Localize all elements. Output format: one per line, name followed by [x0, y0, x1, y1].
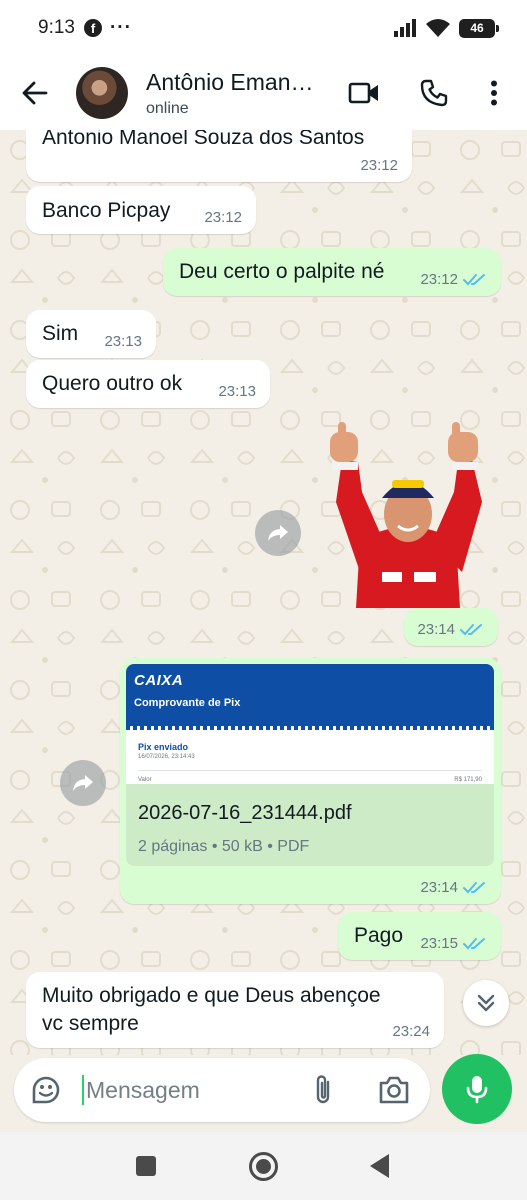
status-bar: 9:13 f ··· 46 [0, 0, 527, 56]
chat-area[interactable]: Antonio Manoel Souza dos Santos 23:12 Ba… [0, 130, 527, 1055]
mic-icon [466, 1076, 488, 1104]
message-time: 23:14 [417, 621, 455, 638]
attach-icon [316, 1075, 330, 1104]
signal-icon [394, 19, 416, 37]
more-options-icon [491, 80, 497, 106]
message-text: Deu certo o palpite né [179, 260, 385, 283]
voice-message-button[interactable] [442, 1054, 512, 1124]
video-call-button[interactable] [329, 56, 399, 130]
message-bubble-incoming[interactable]: Quero outro ok 23:13 [26, 360, 270, 408]
message-bubble-incoming[interactable]: Muito obrigado e que Deus abençoe vc sem… [26, 972, 444, 1048]
double-check-read-icon [460, 623, 482, 635]
message-text: Quero outro ok [42, 372, 183, 395]
message-meta: 23:12 [360, 157, 398, 174]
system-nav-bar [0, 1132, 527, 1200]
more-notifications-indicator: ··· [109, 17, 132, 38]
document-rule [138, 770, 482, 771]
message-bubble-outgoing[interactable]: Deu certo o palpite né 23:12 [163, 248, 501, 296]
document-filename: 2026-07-16_231444.pdf [138, 802, 352, 824]
message-text: Sim [42, 322, 79, 345]
battery-icon: 46 [459, 18, 499, 38]
voice-call-icon [420, 79, 448, 107]
avatar[interactable] [76, 67, 128, 119]
double-check-read-icon [463, 937, 485, 949]
message-text: Pago [354, 924, 404, 947]
document-heading: Comprovante de Pix [134, 697, 241, 709]
sticker-image[interactable] [322, 422, 494, 608]
message-meta: 23:14 [420, 879, 487, 896]
video-call-icon [348, 82, 378, 104]
attach-button[interactable] [311, 1073, 335, 1112]
document-line-amount: R$ 171,90 [454, 777, 482, 783]
sticker-icon [32, 1076, 60, 1104]
arrow-left-icon [22, 81, 48, 105]
message-time: 23:24 [392, 1023, 430, 1040]
message-text-line2: vc sempre [42, 1012, 139, 1035]
message-time: 23:14 [420, 879, 458, 896]
voice-call-button[interactable] [399, 56, 469, 130]
camera-icon [379, 1076, 409, 1104]
status-time: 9:13 [38, 17, 75, 38]
document-line-status: Pix enviado [138, 742, 189, 752]
caixa-logo: CAIXA [134, 672, 184, 689]
header-actions [329, 56, 527, 130]
message-text-line1: Muito obrigado e que Deus abençoe [42, 984, 381, 1007]
forward-button[interactable] [60, 760, 106, 806]
document-banner: CAIXA Comprovante de Pix [126, 664, 494, 726]
document-line-date: 16/07/2026, 23:14:43 [138, 754, 195, 760]
status-icons: 46 [393, 18, 499, 38]
camera-button[interactable] [378, 1075, 410, 1110]
back-triangle-icon[interactable] [370, 1154, 389, 1178]
contact-name: Antônio Eman… [146, 68, 314, 95]
message-bubble-outgoing[interactable]: Pago 23:15 [338, 912, 501, 960]
scroll-to-bottom-button[interactable] [463, 980, 509, 1026]
document-details: 2 páginas • 50 kB • PDF [138, 838, 310, 855]
wifi-icon [426, 19, 450, 37]
forward-icon [268, 525, 288, 541]
recent-apps-icon[interactable] [136, 1156, 156, 1176]
document-preview[interactable]: CAIXA Comprovante de Pix Pix enviado 16/… [126, 664, 494, 784]
forward-button[interactable] [255, 510, 301, 556]
text-caret [82, 1075, 84, 1105]
double-check-read-icon [463, 881, 485, 893]
document-line-label: Valor [138, 777, 152, 783]
message-time: 23:15 [420, 935, 458, 952]
chat-header: Antônio Eman… online [0, 56, 527, 130]
back-button[interactable] [0, 56, 70, 130]
message-input[interactable] [86, 1070, 296, 1110]
document-message[interactable]: CAIXA Comprovante de Pix Pix enviado 16/… [120, 658, 501, 904]
message-time: 23:12 [360, 157, 398, 174]
message-meta: 23:12 [204, 209, 242, 226]
message-meta: 23:13 [218, 383, 256, 400]
message-bubble-incoming[interactable]: Banco Picpay 23:12 [26, 186, 256, 234]
message-bubble-incoming[interactable]: Sim 23:13 [26, 310, 156, 358]
message-bubble-incoming[interactable]: Antonio Manoel Souza dos Santos 23:12 [26, 130, 412, 182]
forward-icon [73, 775, 93, 791]
message-meta: 23:13 [104, 333, 142, 350]
double-check-read-icon [463, 273, 485, 285]
message-composer [14, 1058, 430, 1122]
home-icon[interactable] [249, 1152, 278, 1181]
message-meta: 23:24 [392, 1023, 430, 1040]
sticker-button[interactable] [30, 1074, 62, 1111]
message-meta: 23:15 [420, 935, 487, 952]
message-text: Banco Picpay [42, 199, 171, 222]
sticker-meta-bubble: 23:14 [404, 608, 498, 646]
message-meta: 23:14 [417, 621, 484, 638]
message-time: 23:13 [104, 333, 142, 350]
more-options-button[interactable] [469, 56, 519, 130]
document-divider [126, 726, 494, 730]
facebook-icon: f [83, 19, 102, 37]
message-time: 23:12 [420, 271, 458, 288]
contact-info[interactable]: Antônio Eman… online [146, 69, 326, 118]
message-time: 23:13 [218, 383, 256, 400]
contact-status: online [146, 99, 189, 117]
message-meta: 23:12 [420, 271, 487, 288]
chevron-double-down-icon [477, 994, 495, 1012]
message-text: Antonio Manoel Souza dos Santos [42, 130, 365, 149]
document-info[interactable]: 2026-07-16_231444.pdf 2 páginas • 50 kB … [126, 784, 494, 866]
message-time: 23:12 [204, 209, 242, 226]
